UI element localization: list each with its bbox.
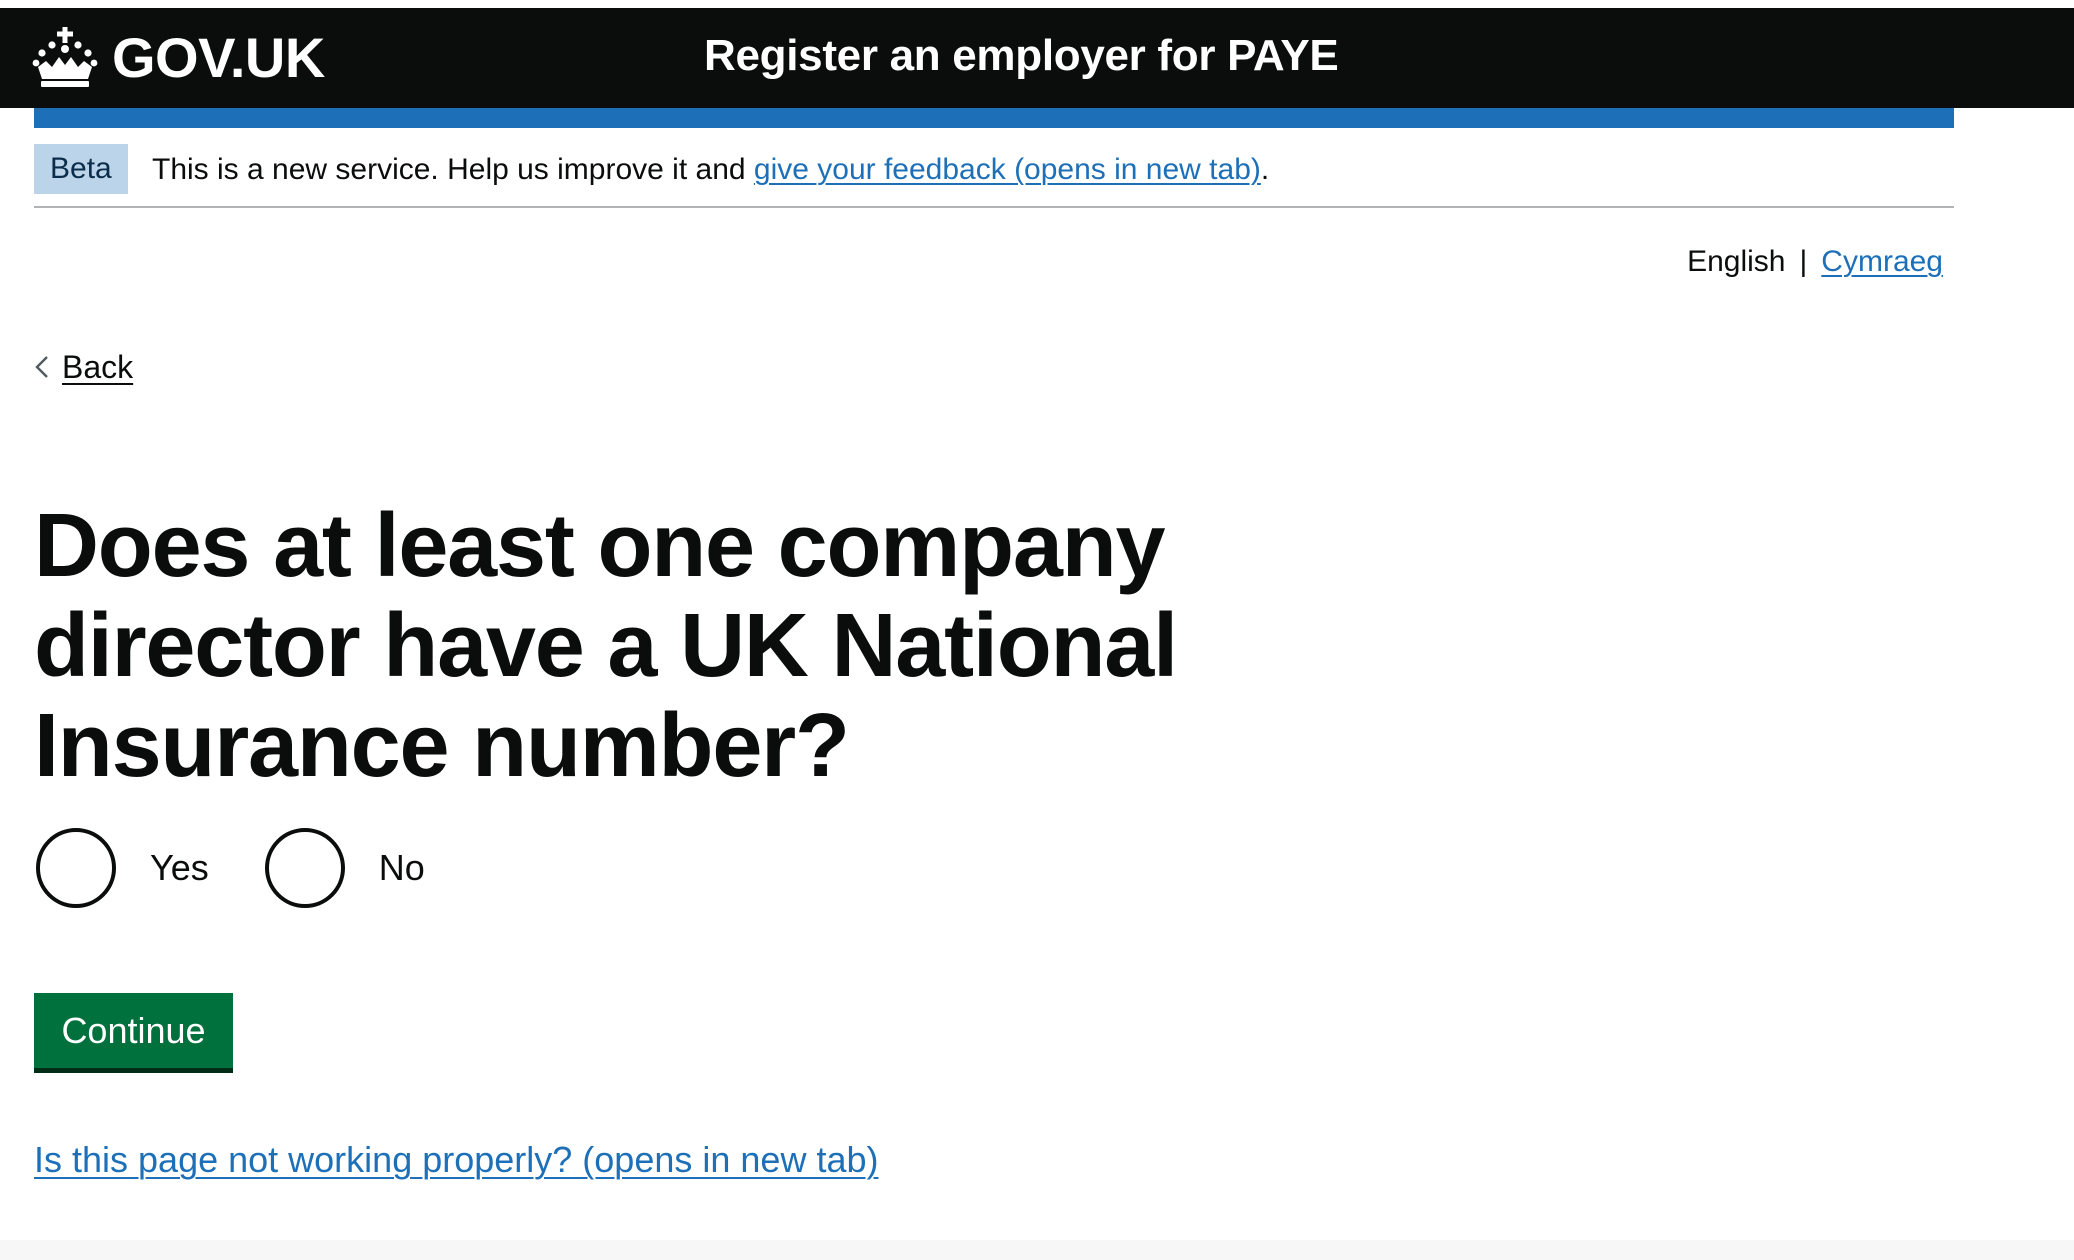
- page: GOV.UK Register an employer for PAYE Bet…: [0, 0, 2074, 1260]
- govuk-logo-link[interactable]: GOV.UK: [32, 22, 325, 94]
- phase-banner-text: This is a new service. Help us improve i…: [152, 148, 1269, 192]
- site-header: GOV.UK Register an employer for PAYE: [0, 8, 2074, 108]
- service-name-link[interactable]: Register an employer for PAYE: [704, 30, 1339, 83]
- language-cymraeg-link[interactable]: Cymraeg: [1821, 245, 1943, 278]
- radio-label-no: No: [378, 847, 425, 888]
- feedback-link[interactable]: give your feedback (opens in new tab): [754, 153, 1261, 186]
- phase-banner: Beta This is a new service. Help us impr…: [34, 128, 1954, 208]
- page-bottom-edge: [0, 1240, 2074, 1260]
- page-not-working-link[interactable]: Is this page not working properly? (open…: [34, 1134, 878, 1186]
- govuk-logo-text: GOV.UK: [112, 26, 325, 89]
- phase-banner-text-before: This is a new service. Help us improve i…: [152, 153, 754, 186]
- back-link[interactable]: Back: [34, 345, 133, 389]
- crown-icon: [32, 27, 98, 87]
- radio-label-yes: Yes: [150, 847, 209, 888]
- continue-button[interactable]: Continue: [34, 993, 233, 1073]
- language-separator: |: [1799, 245, 1808, 278]
- language-toggle: English | Cymraeg: [1687, 240, 1943, 284]
- phase-banner-text-after: .: [1260, 153, 1270, 186]
- radio-input-yes[interactable]: [36, 828, 116, 908]
- radio-option-no[interactable]: No: [264, 828, 425, 908]
- radio-input-no[interactable]: [264, 828, 345, 908]
- chevron-left-icon: [35, 356, 48, 378]
- header-blue-bar: [34, 108, 1954, 128]
- back-link-label: Back: [62, 348, 134, 385]
- beta-tag: Beta: [34, 144, 128, 194]
- radio-option-yes[interactable]: Yes: [36, 828, 209, 908]
- language-english-current: English: [1687, 245, 1786, 278]
- page-heading: Does at least one company director have …: [34, 496, 1178, 796]
- radio-group: Yes No: [36, 828, 481, 908]
